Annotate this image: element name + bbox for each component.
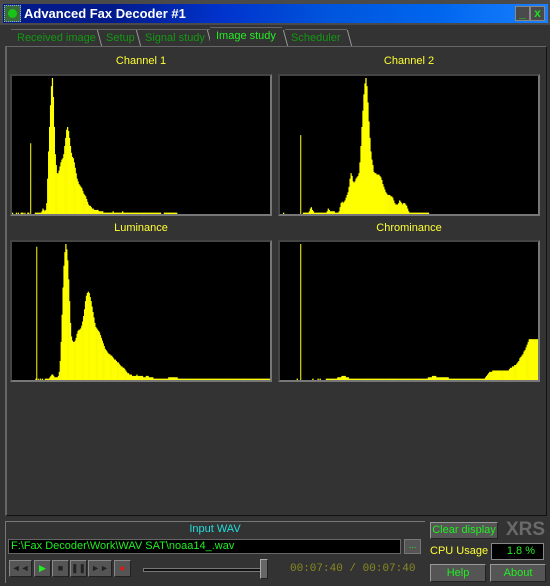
tab-setup[interactable]: Setup bbox=[100, 29, 141, 46]
browse-button[interactable]: ... bbox=[404, 539, 421, 554]
elapsed-time: 00:07:40 bbox=[290, 563, 343, 575]
histogram-bar bbox=[28, 212, 30, 214]
wav-path-field[interactable]: F:\Fax Decoder\Work\WAV SAT\noaa14_.wav bbox=[8, 539, 401, 554]
title-bar: Advanced Fax Decoder #1 _ x bbox=[0, 0, 550, 25]
position-slider-track[interactable] bbox=[143, 568, 268, 572]
tab-image-study[interactable]: Image study bbox=[210, 27, 282, 47]
chart-title: Channel 2 bbox=[383, 55, 435, 67]
histogram-svg bbox=[282, 78, 430, 214]
fast-forward-icon: ►► bbox=[91, 563, 109, 573]
histogram-luminance bbox=[10, 240, 272, 382]
histogram-bar bbox=[269, 378, 270, 380]
histogram-bar bbox=[22, 212, 24, 214]
histogram-bar bbox=[12, 212, 14, 214]
close-icon: x bbox=[534, 6, 541, 20]
tab-received-image[interactable]: Received image bbox=[11, 29, 102, 46]
cpu-usage-label: CPU Usage bbox=[430, 545, 489, 557]
pause-icon: ❚❚ bbox=[71, 563, 87, 573]
xrs-logo: XRS bbox=[506, 519, 546, 540]
rewind-icon: ◄◄ bbox=[11, 563, 30, 573]
close-button[interactable]: x bbox=[530, 6, 545, 21]
tab-scheduler[interactable]: Scheduler bbox=[285, 29, 347, 46]
chart-title: Chrominance bbox=[376, 222, 442, 234]
tab-bar: Received image Setup Signal study Image … bbox=[5, 27, 550, 47]
histogram-bar bbox=[15, 212, 18, 214]
histogram-bar bbox=[41, 378, 44, 380]
tab-signal-study[interactable]: Signal study bbox=[139, 29, 211, 46]
histogram-bar bbox=[317, 378, 319, 380]
time-readout: 00:07:40 / 00:07:40 bbox=[290, 563, 415, 575]
about-button[interactable]: About bbox=[490, 564, 546, 582]
histogram-marker-line bbox=[36, 246, 38, 380]
histogram-marker-line bbox=[300, 135, 302, 214]
histogram-bar bbox=[319, 378, 321, 380]
histogram-bar bbox=[159, 212, 162, 214]
total-time: 00:07:40 bbox=[362, 563, 416, 575]
tab-divider bbox=[346, 30, 353, 46]
window-title: Advanced Fax Decoder #1 bbox=[24, 6, 186, 21]
histogram-channel-1 bbox=[10, 74, 272, 216]
time-separator: / bbox=[349, 563, 357, 575]
play-button[interactable]: ▶ bbox=[34, 560, 51, 577]
cpu-usage-value: 1.8 % bbox=[491, 543, 544, 560]
histogram-bar bbox=[40, 378, 42, 380]
clear-display-button[interactable]: Clear display bbox=[430, 522, 498, 539]
pause-button[interactable]: ❚❚ bbox=[70, 560, 87, 577]
rewind-button[interactable]: ◄◄ bbox=[9, 560, 32, 577]
histogram-marker-line bbox=[30, 143, 32, 214]
stop-button[interactable]: ■ bbox=[52, 560, 69, 577]
histogram-svg bbox=[12, 78, 178, 214]
histogram-bar bbox=[24, 212, 26, 214]
histogram-marker-line bbox=[300, 244, 302, 380]
app-icon[interactable] bbox=[4, 5, 21, 22]
position-slider-thumb[interactable] bbox=[260, 559, 268, 579]
histogram-bar bbox=[296, 378, 298, 380]
histogram-bar bbox=[38, 378, 40, 380]
histogram-channel-2 bbox=[278, 74, 540, 216]
fast-forward-button[interactable]: ►► bbox=[88, 560, 112, 577]
histogram-bar bbox=[536, 339, 538, 380]
play-icon: ▶ bbox=[39, 563, 46, 573]
histogram-bar bbox=[427, 212, 430, 214]
input-wav-label: Input WAV bbox=[189, 523, 241, 535]
minimize-icon: _ bbox=[519, 6, 526, 20]
help-button[interactable]: Help bbox=[430, 564, 486, 582]
chart-title: Luminance bbox=[114, 222, 168, 234]
histogram-bar bbox=[282, 212, 285, 214]
histogram-bar bbox=[176, 212, 178, 214]
histogram-svg bbox=[296, 244, 538, 380]
record-icon: ● bbox=[119, 563, 126, 573]
chart-title: Channel 1 bbox=[115, 55, 167, 67]
stop-icon: ■ bbox=[57, 563, 64, 573]
histogram-bar bbox=[312, 378, 314, 380]
minimize-button[interactable]: _ bbox=[515, 6, 530, 21]
histogram-bar bbox=[17, 212, 19, 214]
record-button[interactable]: ● bbox=[114, 560, 131, 577]
histogram-chrominance bbox=[278, 240, 540, 382]
histogram-svg bbox=[35, 244, 270, 380]
